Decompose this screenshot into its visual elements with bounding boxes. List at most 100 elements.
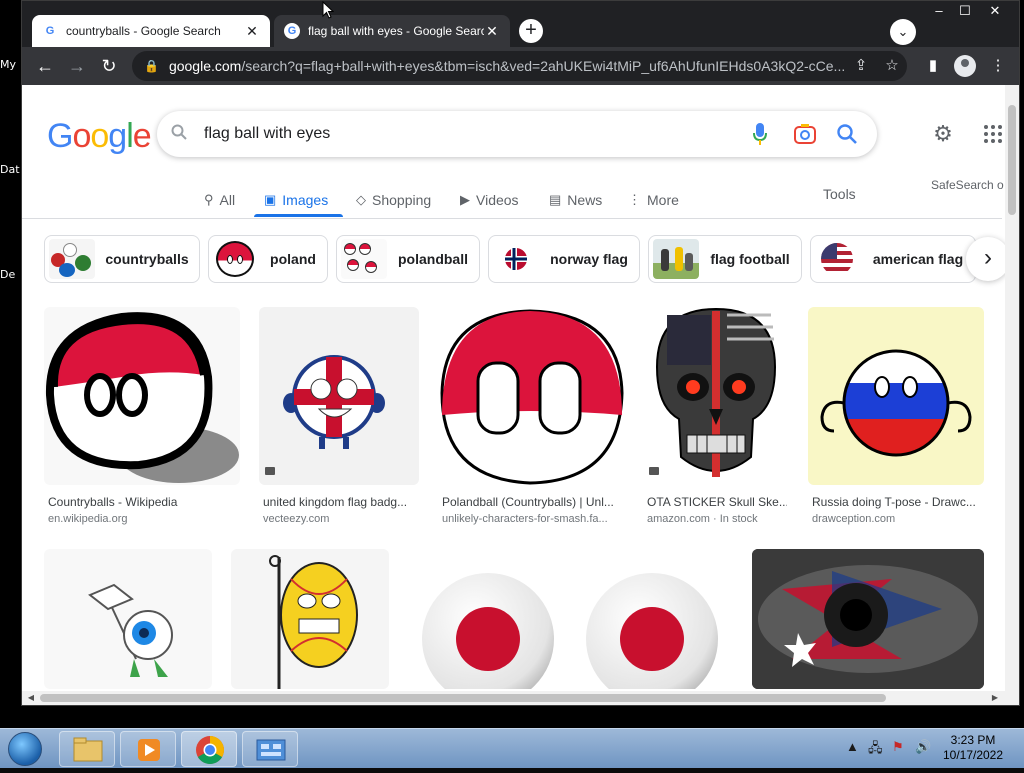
tab-all[interactable]: ⚲ All bbox=[204, 186, 235, 214]
chip-american-flag[interactable]: american flag bbox=[810, 235, 976, 283]
tools-button[interactable]: Tools bbox=[823, 186, 856, 202]
tab-strip: G countryballs - Google Search ✕ G flag … bbox=[22, 1, 1019, 47]
tab-videos[interactable]: ▶ Videos bbox=[460, 186, 519, 214]
new-tab-button[interactable]: + bbox=[519, 19, 543, 43]
result-thumbnail[interactable] bbox=[438, 307, 624, 485]
image-result[interactable]: OTA STICKER Skull Ske... amazon.com · In… bbox=[643, 307, 789, 525]
scrollbar-thumb[interactable] bbox=[40, 694, 886, 702]
explorer-taskbar-button[interactable] bbox=[59, 731, 115, 767]
chip-thumbnail bbox=[653, 239, 699, 279]
result-source: drawception.com bbox=[812, 513, 896, 525]
tab-shopping[interactable]: ◇ Shopping bbox=[356, 186, 431, 214]
profile-avatar[interactable] bbox=[954, 55, 976, 77]
tab-more[interactable]: ⋮ More bbox=[628, 186, 679, 214]
address-bar[interactable]: 🔒 google.com /search?q=flag+ball+with+ey… bbox=[132, 51, 907, 81]
chip-norway-flag[interactable]: norway flag bbox=[488, 235, 640, 283]
close-tab-icon[interactable]: ✕ bbox=[484, 23, 500, 40]
safesearch-toggle[interactable]: SafeSearch o bbox=[931, 178, 1004, 192]
tab-images[interactable]: ▣ Images bbox=[264, 186, 328, 214]
bookmark-star-icon[interactable]: ☆ bbox=[879, 51, 905, 81]
result-thumbnail[interactable] bbox=[259, 307, 419, 485]
result-thumbnail[interactable] bbox=[752, 549, 984, 689]
google-apps-icon[interactable] bbox=[984, 125, 1002, 143]
tab-search-button[interactable]: ⌄ bbox=[890, 19, 916, 45]
back-button[interactable]: ← bbox=[32, 53, 58, 79]
more-vert-icon: ⋮ bbox=[628, 192, 641, 207]
share-icon[interactable]: ⇪ bbox=[848, 51, 874, 81]
result-thumbnail[interactable] bbox=[408, 549, 734, 689]
chip-label: american flag bbox=[872, 251, 964, 267]
chip-thumbnail bbox=[341, 239, 387, 279]
scroll-left-icon[interactable]: ◀ bbox=[24, 691, 38, 705]
action-center-icon[interactable]: ⚑ bbox=[892, 739, 904, 755]
chip-countryballs[interactable]: countryballs bbox=[44, 235, 200, 283]
logo-letter: G bbox=[47, 117, 73, 155]
tab-flag-ball-with-eyes[interactable]: G flag ball with eyes - Google Search ✕ bbox=[274, 15, 510, 47]
tab-label: More bbox=[647, 192, 679, 208]
search-input[interactable] bbox=[204, 121, 724, 147]
news-icon: ▤ bbox=[549, 192, 562, 207]
vertical-scrollbar[interactable] bbox=[1005, 85, 1019, 691]
side-panel-icon[interactable]: ▮ bbox=[920, 53, 946, 79]
media-player-icon bbox=[138, 739, 160, 761]
image-result[interactable] bbox=[44, 549, 212, 689]
chip-poland[interactable]: poland bbox=[208, 235, 328, 283]
horizontal-scrollbar[interactable]: ◀ ▶ bbox=[22, 691, 1019, 705]
show-hidden-icons-icon[interactable]: ▲ bbox=[846, 739, 859, 754]
clock-time: 3:23 PM bbox=[950, 733, 996, 747]
desktop-icon-label[interactable]: Dat bbox=[0, 163, 20, 176]
desktop-icon-label[interactable]: My bbox=[0, 58, 16, 71]
scrollbar-thumb[interactable] bbox=[1008, 105, 1016, 215]
image-result[interactable] bbox=[752, 549, 984, 689]
tab-label: Shopping bbox=[372, 192, 432, 208]
start-button[interactable] bbox=[4, 730, 46, 768]
result-caption: Countryballs - Wikipedia bbox=[48, 495, 178, 509]
media-player-taskbar-button[interactable] bbox=[120, 731, 176, 767]
result-thumbnail[interactable] bbox=[808, 307, 984, 485]
maximize-button[interactable]: ☐ bbox=[950, 1, 980, 21]
image-result[interactable]: Polandball (Countryballs) | Unl... unlik… bbox=[438, 307, 624, 525]
result-thumbnail[interactable] bbox=[44, 549, 212, 689]
image-result[interactable] bbox=[408, 549, 734, 689]
close-window-button[interactable]: ✕ bbox=[980, 1, 1010, 21]
divider bbox=[22, 218, 1002, 219]
image-result[interactable]: united kingdom flag badg... vecteezy.com bbox=[259, 307, 419, 525]
clock[interactable]: 3:23 PM 10/17/2022 bbox=[938, 733, 1008, 763]
url-host: google.com bbox=[168, 58, 242, 74]
scroll-right-icon[interactable]: ▶ bbox=[988, 691, 1002, 705]
logo-letter: g bbox=[108, 117, 127, 155]
image-icon: ▣ bbox=[264, 192, 277, 207]
microphone-icon[interactable] bbox=[753, 123, 767, 145]
close-tab-icon[interactable]: ✕ bbox=[244, 23, 260, 40]
image-result[interactable] bbox=[231, 549, 389, 689]
tab-countryballs[interactable]: G countryballs - Google Search ✕ bbox=[32, 15, 270, 47]
lock-icon[interactable]: 🔒 bbox=[144, 59, 159, 73]
google-favicon-icon: G bbox=[284, 23, 300, 39]
google-logo[interactable]: Google bbox=[47, 117, 152, 156]
chips-next-arrow-icon[interactable]: › bbox=[966, 237, 1010, 281]
chip-label: flag football bbox=[710, 251, 790, 267]
tab-news[interactable]: ▤ News bbox=[549, 186, 602, 214]
chip-polandball[interactable]: polandball bbox=[336, 235, 480, 283]
chip-label: norway flag bbox=[550, 251, 628, 267]
desktop-icon-label[interactable]: De bbox=[0, 268, 15, 281]
image-result[interactable]: Russia doing T-pose - Drawc... drawcepti… bbox=[808, 307, 984, 525]
menu-kebab-icon[interactable]: ⋮ bbox=[985, 53, 1011, 79]
chrome-taskbar-button[interactable] bbox=[181, 731, 237, 767]
reload-button[interactable]: ↻ bbox=[96, 53, 122, 79]
result-thumbnail[interactable] bbox=[643, 307, 789, 485]
windows-logo-icon bbox=[8, 732, 42, 766]
network-icon[interactable]: 🖧 bbox=[868, 739, 883, 761]
forward-button[interactable]: → bbox=[64, 53, 90, 79]
result-thumbnail[interactable] bbox=[231, 549, 389, 689]
control-panel-taskbar-button[interactable] bbox=[242, 731, 298, 767]
control-panel-icon bbox=[256, 739, 286, 761]
volume-icon[interactable]: 🔊 bbox=[915, 739, 931, 755]
result-thumbnail[interactable] bbox=[44, 307, 240, 485]
search-button-icon[interactable] bbox=[835, 122, 859, 146]
google-lens-icon[interactable] bbox=[794, 124, 816, 144]
settings-gear-icon[interactable]: ⚙ bbox=[930, 121, 956, 147]
chip-flag-football[interactable]: flag football bbox=[648, 235, 802, 283]
chip-thumbnail bbox=[213, 239, 259, 279]
image-result[interactable]: Countryballs - Wikipedia en.wikipedia.or… bbox=[44, 307, 240, 525]
